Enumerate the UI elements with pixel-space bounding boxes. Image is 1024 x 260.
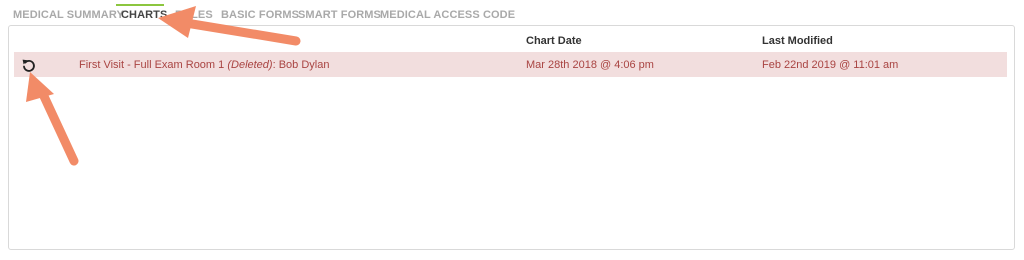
deleted-tag: (Deleted) [227, 59, 273, 71]
column-header-chart-date[interactable]: Chart Date [526, 35, 582, 47]
tab-charts[interactable]: CHARTS [121, 9, 167, 21]
tab-bar: MEDICAL SUMMARY CHARTS RCLES BASIC FORMS… [0, 0, 1024, 26]
chart-title-cell[interactable]: First Visit - Full Exam Room 1 (Deleted)… [79, 59, 329, 71]
chart-date-cell: Mar 28th 2018 @ 4:06 pm [526, 59, 654, 71]
last-modified-cell: Feb 22nd 2019 @ 11:01 am [762, 59, 899, 71]
tab-basic-forms[interactable]: BASIC FORMS [221, 9, 299, 21]
active-tab-indicator [116, 4, 164, 6]
patient-separator: : [272, 59, 276, 71]
undo-icon[interactable] [21, 57, 37, 73]
tab-circles[interactable]: RCLES [175, 9, 213, 21]
chart-title: First Visit - Full Exam Room 1 [79, 59, 225, 71]
tab-medical-summary[interactable]: MEDICAL SUMMARY [13, 9, 124, 21]
tab-smart-forms[interactable]: SMART FORMS [298, 9, 381, 21]
tab-medical-access-code[interactable]: MEDICAL ACCESS CODE [380, 9, 515, 21]
column-header-last-modified[interactable]: Last Modified [762, 35, 833, 47]
patient-name: Bob Dylan [278, 59, 330, 71]
